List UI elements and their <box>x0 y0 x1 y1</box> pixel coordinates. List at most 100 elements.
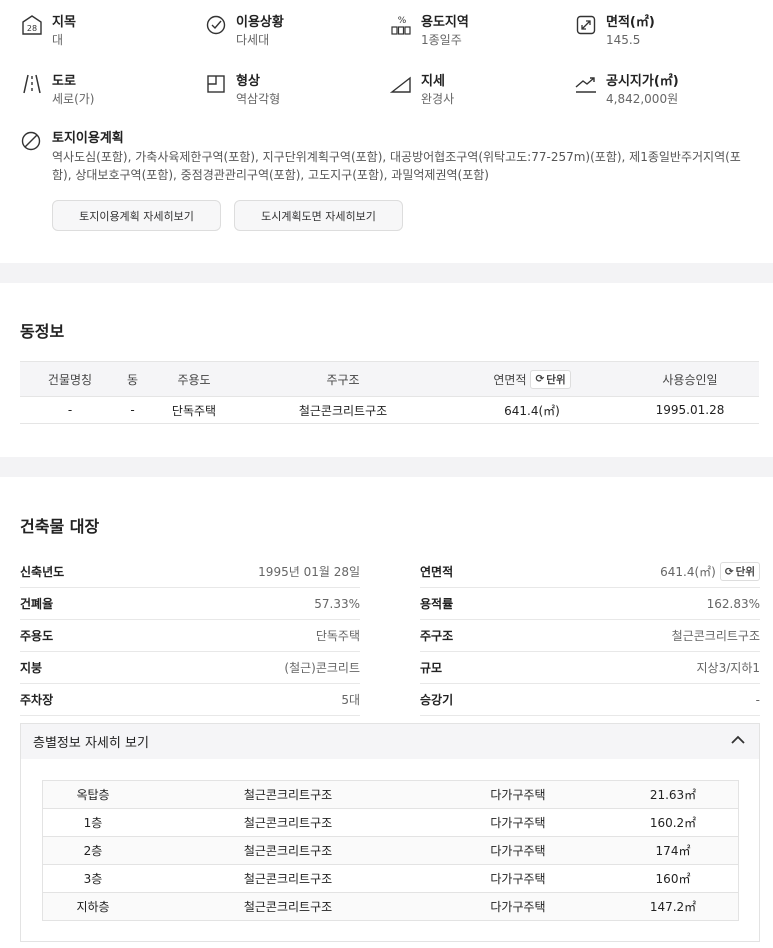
col-building-name: 건물명칭 <box>47 372 93 387</box>
cell-floor: 지하층 <box>76 900 110 914</box>
ledger-value: 철근콘크리트구조 <box>671 629 760 643</box>
floor-info-panel: 층별정보 자세히 보기 옥탑층 철근콘크리트구조 다가구주택 21.63㎡ 1층… <box>20 723 760 942</box>
cell-use: 다가구주택 <box>490 844 546 858</box>
shape-icon <box>204 73 228 97</box>
zoning-icon: % <box>389 14 413 38</box>
refresh-icon: ⟳ <box>724 565 734 578</box>
cell-approval-date: 1995.01.28 <box>655 403 725 417</box>
city-plan-detail-button[interactable]: 도시계획도면 자세히보기 <box>234 200 403 231</box>
info-item-jimok: 28 지목 대 <box>20 14 76 49</box>
col-dong: 동 <box>126 372 139 387</box>
table-row: 지하층 철근콘크리트구조 다가구주택 147.2㎡ <box>43 893 738 921</box>
info-item-zoning: % 용도지역 1종일주 <box>389 14 469 49</box>
info-label: 지목 <box>52 15 76 30</box>
ledger-row: 건폐율 57.33% <box>20 588 360 620</box>
svg-text:%: % <box>398 16 407 26</box>
dong-section-title: 동정보 <box>20 322 65 341</box>
refresh-icon: ⟳ <box>535 373 545 385</box>
cell-floor: 3층 <box>83 872 103 886</box>
table-row: 2층 철근콘크리트구조 다가구주택 174㎡ <box>43 837 738 865</box>
ledger-row: 연면적 641.4(㎡) ⟳ 단위 <box>420 556 760 588</box>
plan-value: 역사도심(포함), 가축사육제한구역(포함), 지구단위계획구역(포함), 대공… <box>52 150 741 182</box>
info-value: 4,842,000원 <box>606 92 679 106</box>
col-main-use: 주용도 <box>177 372 211 387</box>
info-value: 145.5 <box>606 33 641 47</box>
cell-use: 다가구주택 <box>490 900 546 914</box>
unit-toggle-button[interactable]: ⟳ 단위 <box>530 369 571 389</box>
cell-main-use: 단독주택 <box>171 403 217 418</box>
cell-dong: - <box>130 403 135 417</box>
cell-use: 다가구주택 <box>490 872 546 886</box>
ledger-key: 신축년도 <box>20 565 65 579</box>
ledger-value: (철근)콘크리트 <box>284 661 360 675</box>
cell-floor-area: 641.4(㎡) <box>504 403 560 418</box>
ledger-row: 승강기 - <box>420 684 760 716</box>
ledger-value: 641.4(㎡) <box>660 565 716 579</box>
info-label: 용도지역 <box>421 15 469 30</box>
ledger-key: 연면적 <box>420 565 454 579</box>
floor-info-toggle[interactable]: 층별정보 자세히 보기 <box>21 724 759 759</box>
table-row: 옥탑층 철근콘크리트구조 다가구주택 21.63㎡ <box>43 781 738 809</box>
trend-icon <box>574 73 598 97</box>
info-label: 지세 <box>421 74 445 89</box>
floor-table: 옥탑층 철근콘크리트구조 다가구주택 21.63㎡ 1층 철근콘크리트구조 다가… <box>42 780 739 921</box>
land-plan-detail-button[interactable]: 토지이용계획 자세히보기 <box>52 200 221 231</box>
area-expand-icon <box>574 14 598 38</box>
info-value: 완경사 <box>421 92 455 106</box>
ledger-key: 지붕 <box>20 661 43 675</box>
col-approval-date: 사용승인일 <box>662 372 718 387</box>
cell-area: 174㎡ <box>655 844 691 858</box>
info-label: 도로 <box>52 74 76 89</box>
ledger-value: - <box>755 692 760 707</box>
ledger-row: 용적률 162.83% <box>420 588 760 620</box>
table-row: 3층 철근콘크리트구조 다가구주택 160㎡ <box>43 865 738 893</box>
chevron-up-icon <box>729 731 747 753</box>
cell-structure: 철근콘크리트구조 <box>298 403 388 418</box>
info-label: 면적(㎡) <box>606 15 655 30</box>
cell-use: 다가구주택 <box>490 816 546 830</box>
check-circle-icon <box>204 14 228 38</box>
ledger-value: 지상3/지하1 <box>696 661 760 675</box>
ledger-row: 주용도 단독주택 <box>20 620 360 652</box>
info-item-road: 도로세로(가) <box>20 73 94 108</box>
table-row: - - 단독주택 철근콘크리트구조 641.4(㎡) 1995.01.28 <box>20 397 759 424</box>
info-label: 이용상황 <box>236 15 284 30</box>
ledger-key: 주구조 <box>420 629 454 643</box>
col-floor-area-label: 연면적 <box>493 372 527 387</box>
ledger-section-title: 건축물 대장 <box>20 517 100 536</box>
ledger-key: 규모 <box>420 661 443 675</box>
section-divider <box>0 457 773 477</box>
ledger-value: 162.83% <box>706 596 760 611</box>
ledger-value: 1995년 01월 28일 <box>258 565 360 579</box>
ledger-row: 규모 지상3/지하1 <box>420 652 760 684</box>
ledger-row: 주차장 5대 <box>20 684 360 716</box>
info-value: 세로(가) <box>52 92 95 106</box>
info-value: 1종일주 <box>421 33 462 47</box>
ledger-value: 57.33% <box>314 596 360 611</box>
cell-area: 21.63㎡ <box>649 788 697 802</box>
cell-floor: 옥탑층 <box>76 788 110 802</box>
info-item-slope: 지세완경사 <box>389 73 454 108</box>
col-floor-area: 연면적 ⟳ 단위 <box>443 362 621 396</box>
ledger-key: 건폐율 <box>20 597 54 611</box>
col-structure: 주구조 <box>326 372 360 387</box>
info-value: 다세대 <box>236 33 270 47</box>
cell-floor: 2층 <box>83 844 103 858</box>
cell-use: 다가구주택 <box>490 788 546 802</box>
dong-table-header: 건물명칭 동 주용도 주구조 연면적 ⟳ 단위 사용승인일 <box>20 361 759 397</box>
info-label: 형상 <box>236 74 260 89</box>
ledger-key: 주차장 <box>20 693 54 707</box>
ledger-row: 지붕 (철근)콘크리트 <box>20 652 360 684</box>
cell-area: 160.2㎡ <box>649 816 697 830</box>
ledger-value: 5대 <box>341 693 360 707</box>
cell-structure: 철근콘크리트구조 <box>243 788 333 802</box>
cell-structure: 철근콘크리트구조 <box>243 900 333 914</box>
ledger-value: 단독주택 <box>315 629 360 643</box>
floor-info-toggle-label: 층별정보 자세히 보기 <box>33 736 149 751</box>
ledger-row: 신축년도 1995년 01월 28일 <box>20 556 360 588</box>
cell-area: 160㎡ <box>655 872 691 886</box>
section-divider <box>0 263 773 283</box>
cell-area: 147.2㎡ <box>649 900 697 914</box>
ledger-row: 주구조 철근콘크리트구조 <box>420 620 760 652</box>
unit-toggle-button[interactable]: ⟳ 단위 <box>719 562 760 581</box>
